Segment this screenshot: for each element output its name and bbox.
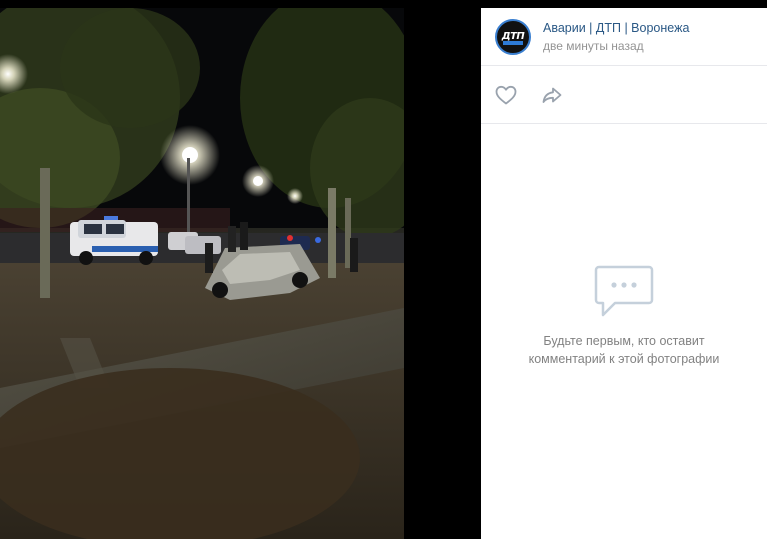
- post-sidebar: ДТП Аварии | ДТП | Воронежа две минуты н…: [481, 8, 767, 539]
- share-button[interactable]: [540, 83, 564, 107]
- empty-comments-message: Будьте первым, кто оставит комментарий к…: [514, 332, 734, 368]
- comments-section: Будьте первым, кто оставит комментарий к…: [481, 125, 767, 539]
- comment-bubble-icon: [594, 265, 654, 317]
- accident-photo-illustration: [0, 8, 404, 539]
- community-avatar[interactable]: ДТП: [495, 18, 531, 55]
- share-arrow-icon: [542, 87, 562, 103]
- post-time[interactable]: две минуты назад: [543, 38, 689, 54]
- author-link[interactable]: Аварии | ДТП | Воронежа: [543, 20, 689, 36]
- photo[interactable]: [0, 8, 404, 539]
- heart-icon: [495, 85, 517, 104]
- post-header: ДТП Аварии | ДТП | Воронежа две минуты н…: [481, 8, 767, 66]
- empty-comments-line-2: комментарий к этой фотографии: [528, 352, 720, 366]
- empty-comments-line-1: Будьте первым, кто оставит: [543, 334, 705, 348]
- photo-viewer: ДТП Аварии | ДТП | Воронежа две минуты н…: [0, 0, 767, 539]
- logo-stripe: [503, 40, 523, 45]
- photo-area[interactable]: [0, 0, 481, 539]
- post-actions: [481, 66, 767, 124]
- post-meta: Аварии | ДТП | Воронежа две минуты назад: [543, 20, 689, 54]
- like-button[interactable]: [494, 83, 518, 107]
